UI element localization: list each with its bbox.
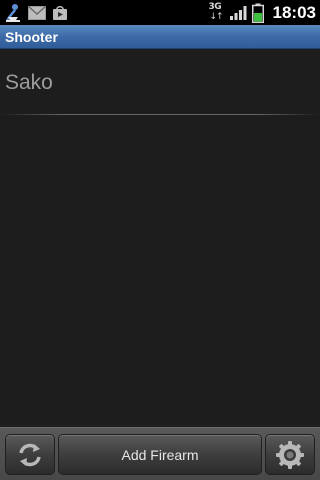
data-activity-arrows: ↓↑ [209,11,224,22]
signal-icon [229,5,247,20]
add-firearm-button[interactable]: Add Firearm [58,434,262,475]
list-divider [0,114,320,115]
settings-icon [276,440,304,469]
network-type-label: 3G [208,1,222,12]
play-store-icon [53,5,67,20]
app-screen: 3G ↓↑ 18:03 Shooter Sako Add Firearm [0,0,320,480]
settings-button[interactable] [265,434,315,475]
list-item-label: Sako [5,71,53,94]
title-bar: Shooter [0,25,320,49]
network-type-indicator: 3G ↓↑ [208,2,224,24]
refresh-button[interactable] [5,434,55,475]
refresh-icon [19,443,41,466]
list-item[interactable]: Sako [0,50,320,115]
notification-icons [4,2,68,23]
usb-debug-icon [5,3,20,22]
firearm-list: Sako [0,50,320,115]
system-icons: 3G ↓↑ 18:03 [208,0,316,25]
gmail-icon [28,5,46,20]
battery-icon [251,3,264,23]
page-title: Shooter [5,29,58,45]
clock: 18:03 [272,2,316,22]
bottom-action-bar: Add Firearm [0,427,320,480]
add-firearm-label: Add Firearm [121,447,199,463]
status-bar: 3G ↓↑ 18:03 [0,0,320,25]
